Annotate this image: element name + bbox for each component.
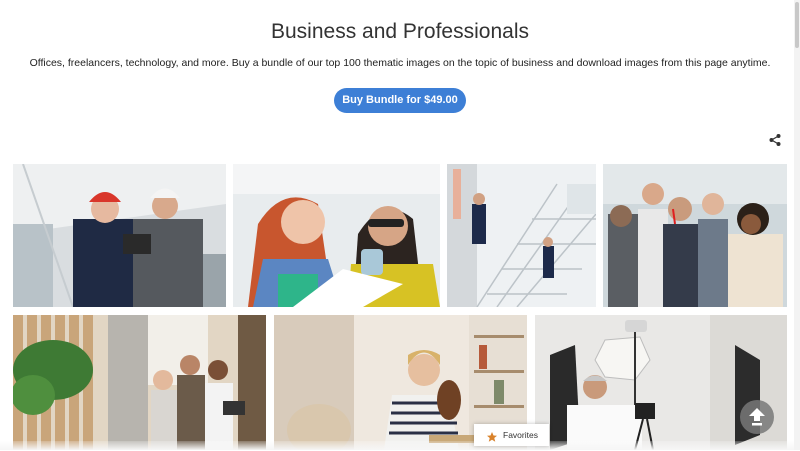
photo-office-staircase[interactable] xyxy=(447,164,596,307)
share-icon[interactable] xyxy=(767,132,783,148)
page-title: Business and Professionals xyxy=(271,20,529,43)
star-icon xyxy=(486,429,498,442)
bottom-fade xyxy=(0,441,800,450)
buy-bundle-button[interactable]: Buy Bundle for $49.00 xyxy=(334,88,466,113)
scroll-to-top-button[interactable] xyxy=(740,400,774,434)
scrollbar-thumb[interactable] xyxy=(795,2,799,48)
page-subtitle: Offices, freelancers, technology, and mo… xyxy=(29,57,771,69)
scrollbar[interactable] xyxy=(794,0,800,450)
arrow-up-icon xyxy=(749,408,765,426)
favorites-button[interactable]: Favorites xyxy=(474,424,549,446)
photo-team-with-laptop[interactable] xyxy=(13,315,266,450)
favorites-label: Favorites xyxy=(503,430,538,440)
photo-team-glass-board[interactable] xyxy=(603,164,787,307)
photo-engineers-hardhats[interactable] xyxy=(13,164,226,307)
photo-women-reviewing-document[interactable] xyxy=(233,164,440,307)
